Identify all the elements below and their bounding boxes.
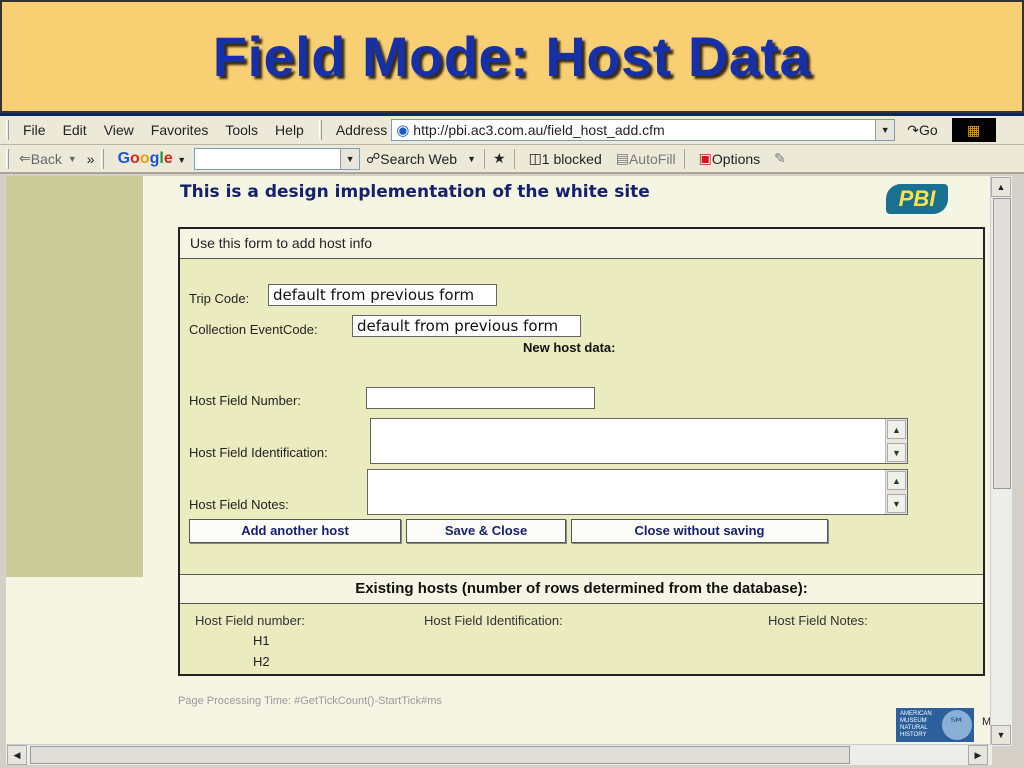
menu-edit[interactable]: Edit: [63, 122, 87, 138]
address-label: Address: [335, 122, 388, 138]
form-header: Use this form to add host info: [180, 229, 983, 259]
horizontal-scroll-thumb[interactable]: [30, 746, 850, 764]
host-field-identification-label: Host Field Identification:: [189, 445, 328, 460]
popup-blocked-icon: ◫: [528, 150, 542, 166]
chevron-down-icon[interactable]: ▼: [68, 154, 77, 164]
options-button[interactable]: ▣ Options: [699, 150, 760, 167]
toolbar-separator: [513, 148, 515, 169]
new-host-heading: New host data:: [523, 340, 616, 355]
scroll-down-icon[interactable]: ▼: [887, 494, 906, 513]
google-letter: g: [149, 149, 160, 167]
collection-eventcode-input[interactable]: default from previous form: [352, 315, 581, 337]
go-label: Go: [918, 122, 938, 138]
toolbar-separator: [683, 148, 685, 169]
address-field[interactable]: ◉ http://pbi.ac3.com.au/field_host_add.c…: [391, 119, 896, 141]
slide-title: Field Mode: Host Data: [212, 25, 812, 88]
options-icon: ▣: [698, 150, 712, 166]
host-field-notes-label: Host Field Notes:: [189, 497, 289, 512]
browser-window: File Edit View Favorites Tools Help Addr…: [0, 113, 1024, 768]
page-content: This is a design implementation of the w…: [6, 176, 994, 746]
google-search-input[interactable]: ▼: [194, 147, 361, 170]
pbi-logo: PBI: [886, 184, 948, 214]
chevron-down-icon[interactable]: ▼: [340, 148, 360, 169]
host-row-value[interactable]: H2: [253, 654, 270, 669]
go-button[interactable]: ↷ Go: [907, 122, 937, 139]
column-host-field-number: Host Field number:: [195, 613, 305, 628]
scroll-right-icon[interactable]: ▶: [968, 745, 988, 765]
textarea-scrollbar[interactable]: ▲ ▼: [885, 470, 907, 514]
close-without-saving-button[interactable]: Close without saving: [571, 519, 828, 543]
google-letter: e: [163, 149, 173, 167]
menu-address-bar: File Edit View Favorites Tools Help Addr…: [0, 116, 1024, 145]
more-chevron[interactable]: »: [87, 151, 95, 167]
scroll-down-icon[interactable]: ▼: [991, 725, 1011, 745]
back-label: Back: [30, 150, 62, 167]
save-close-button[interactable]: Save & Close: [406, 519, 566, 543]
trip-code-input[interactable]: default from previous form: [268, 284, 497, 306]
chevron-down-icon[interactable]: ▼: [467, 154, 476, 164]
add-another-host-button[interactable]: Add another host: [189, 519, 401, 543]
google-letter: G: [117, 149, 131, 167]
toolbar-separator: [484, 148, 485, 169]
vertical-scrollbar[interactable]: ▲ ▼: [990, 176, 1012, 746]
horizontal-scrollbar[interactable]: ◀ ▶: [6, 744, 992, 765]
host-field-identification-textarea[interactable]: ▲ ▼: [370, 418, 908, 464]
options-label: Options: [711, 150, 761, 167]
page-headline: This is a design implementation of the w…: [180, 182, 650, 202]
chevron-down-icon[interactable]: ▼: [875, 120, 895, 140]
host-row-value[interactable]: H1: [253, 633, 270, 648]
autofill-button[interactable]: ▤ AutoFill: [616, 150, 676, 167]
menu-view[interactable]: View: [104, 122, 134, 138]
textarea-scrollbar[interactable]: ▲ ▼: [885, 419, 907, 463]
binoculars-icon: ☍: [366, 150, 381, 166]
menu-tools[interactable]: Tools: [225, 122, 258, 138]
pencil-icon[interactable]: ✎: [774, 150, 786, 167]
news-icon[interactable]: ★: [493, 150, 506, 167]
scroll-up-icon[interactable]: ▲: [991, 177, 1011, 197]
address-url[interactable]: http://pbi.ac3.com.au/field_host_add.cfm: [413, 122, 875, 138]
ie-page-icon: ◉: [396, 122, 410, 139]
toolbar-grip[interactable]: [100, 148, 104, 169]
scroll-up-icon[interactable]: ▲: [887, 471, 906, 490]
vertical-scroll-thumb[interactable]: [993, 198, 1011, 489]
host-field-number-label: Host Field Number:: [189, 393, 301, 408]
scroll-up-icon[interactable]: ▲: [887, 420, 906, 439]
amnh-logo: AMERICAN MUSEUM NATURAL HISTORY ℠: [896, 708, 974, 742]
google-logo[interactable]: Google ▼: [118, 150, 187, 168]
host-form: Use this form to add host info Trip Code…: [178, 227, 985, 676]
host-field-notes-textarea[interactable]: ▲ ▼: [367, 469, 908, 515]
back-arrow-icon: ⇐: [19, 150, 31, 166]
collection-eventcode-label: Collection EventCode:: [189, 322, 318, 337]
scroll-down-icon[interactable]: ▼: [887, 443, 906, 462]
google-letter: o: [139, 149, 150, 167]
blocked-label: 1 blocked: [541, 150, 602, 167]
popup-blocker-button[interactable]: ◫ 1 blocked: [529, 150, 602, 167]
page-processing-time: Page Processing Time: #GetTickCount()-St…: [178, 695, 442, 707]
menu-favorites[interactable]: Favorites: [151, 122, 209, 138]
toolbar-grip[interactable]: [318, 120, 322, 140]
host-field-number-input[interactable]: [366, 387, 595, 409]
go-arrow-icon: ↷: [907, 121, 919, 138]
search-web-button[interactable]: ☍ Search Web ▼: [366, 150, 476, 167]
toolbar-grip[interactable]: [6, 148, 9, 169]
menu-help[interactable]: Help: [275, 122, 304, 138]
column-host-field-notes: Host Field Notes:: [768, 613, 868, 628]
google-toolbar: ⇐ Back ▼ » Google ▼ ▼ ☍ Search Web ▼ ★ ◫…: [0, 145, 1024, 174]
trip-code-label: Trip Code:: [189, 291, 250, 306]
autofill-icon: ▤: [615, 150, 629, 166]
existing-hosts-heading: Existing hosts (number of rows determine…: [180, 574, 983, 604]
column-host-field-identification: Host Field Identification:: [424, 613, 563, 628]
amnh-emblem-icon: ℠: [942, 710, 972, 740]
windows-logo-icon: ▦: [951, 118, 996, 142]
google-letter: o: [130, 149, 140, 167]
search-web-label: Search Web: [380, 150, 458, 167]
toolbar-grip[interactable]: [6, 120, 9, 140]
menu-file[interactable]: File: [23, 122, 46, 138]
left-sidebar: [6, 176, 143, 577]
scroll-left-icon[interactable]: ◀: [7, 745, 27, 765]
slide-title-banner: Field Mode: Host Data: [0, 0, 1024, 113]
back-button[interactable]: ⇐ Back ▼: [19, 150, 77, 167]
autofill-label: AutoFill: [628, 150, 676, 167]
chevron-down-icon[interactable]: ▼: [177, 155, 186, 165]
